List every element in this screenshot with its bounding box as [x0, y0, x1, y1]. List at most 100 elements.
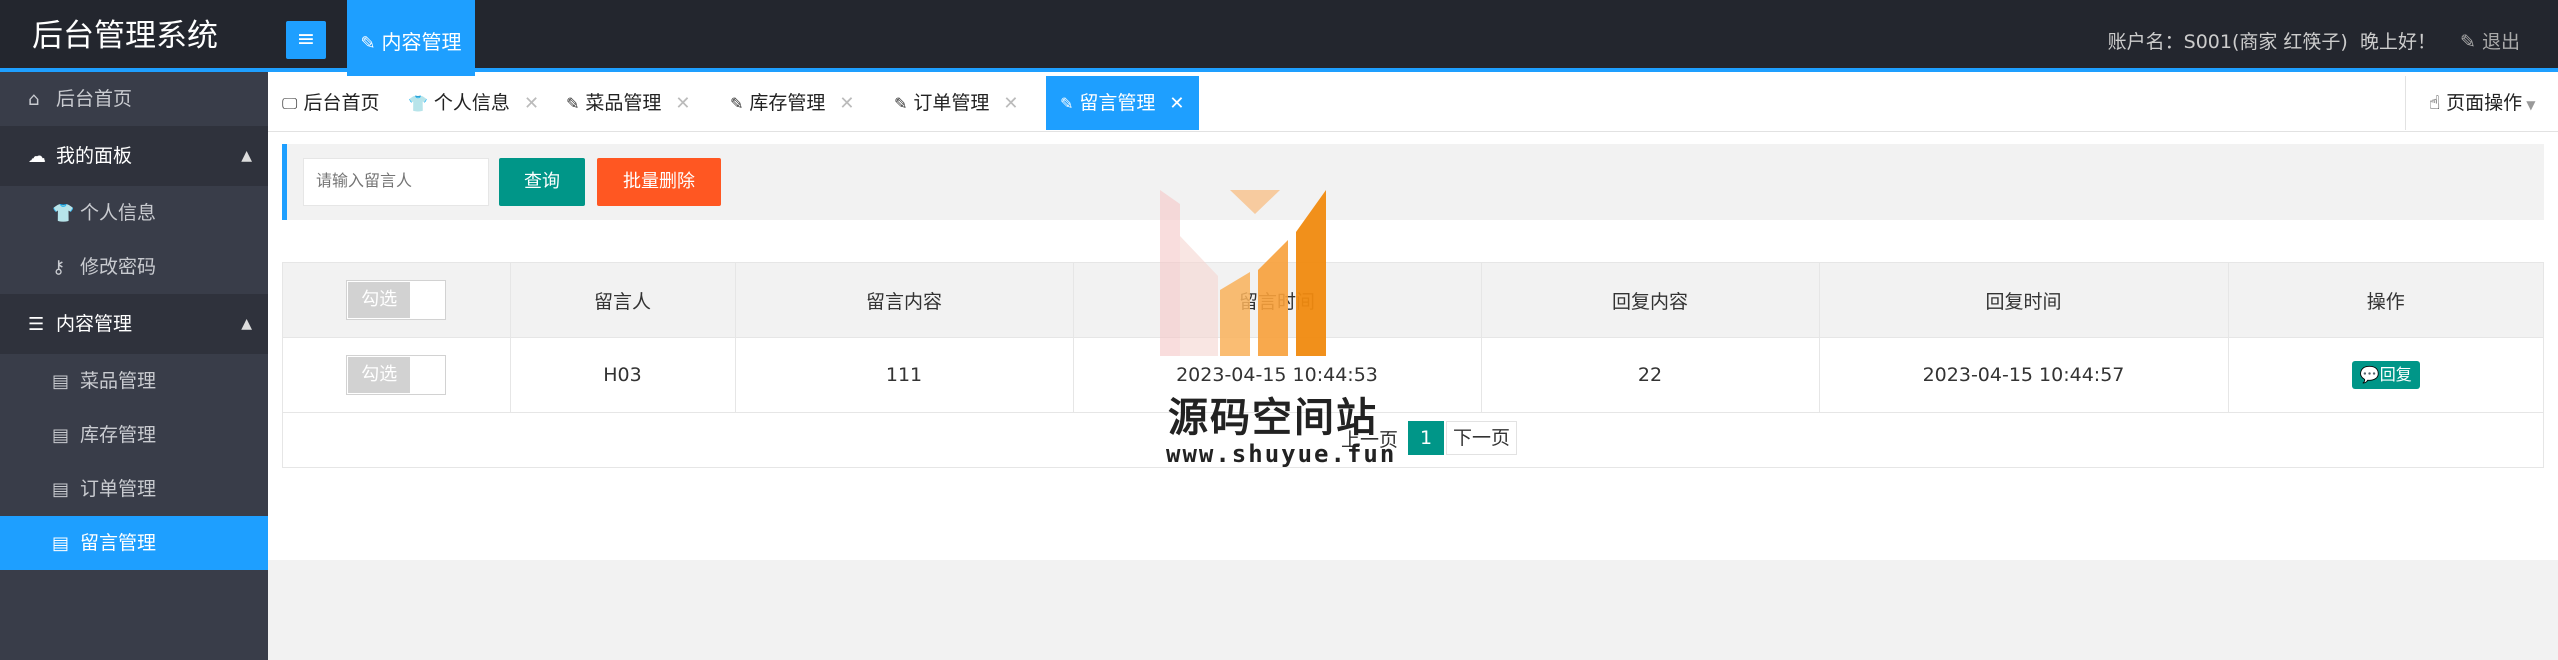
doc-icon: ▤: [52, 533, 70, 554]
close-icon[interactable]: ✕: [675, 93, 690, 114]
switch-knob: 勾选: [348, 282, 411, 318]
column-header: 留言人: [510, 263, 736, 338]
sidebar-group-label: 内容管理: [56, 313, 133, 335]
tab-bar: 🖵 后台首页 👕 个人信息 ✕ ✎ 菜品管理 ✕ ✎ 库存管理 ✕ ✎ 订单管理 ✕ ✎ 留言管理 ✕…: [268, 76, 2558, 132]
table-row: 勾选 H03 111 2023-04-15 10:44:53 22 2023-0…: [283, 337, 2543, 413]
select-all-switch[interactable]: 勾选: [346, 280, 447, 320]
tab-label: 订单管理: [913, 92, 990, 114]
content-area: 查询 批量删除 勾选 留言人 留言内容 留言时间 回复内容: [268, 132, 2558, 660]
logout-label: 退出: [2481, 31, 2520, 53]
column-header: 留言内容: [735, 263, 1074, 338]
monitor-icon: 🖵: [282, 94, 298, 113]
doc-icon: ▤: [52, 425, 70, 446]
column-header: 回复内容: [1481, 263, 1820, 338]
list-icon: ☰: [28, 314, 45, 335]
table-cell: H03: [510, 337, 736, 413]
switch-knob: 勾选: [348, 357, 411, 393]
column-header: 留言时间: [1073, 263, 1482, 338]
sidebar-item-label: 菜品管理: [80, 370, 157, 392]
tab-label: 留言管理: [1079, 92, 1156, 114]
row-select-switch[interactable]: 勾选: [346, 355, 447, 395]
top-header: 后台管理系统 ≡ ✎ 内容管理 账户名：S001(商家 红筷子) 晚上好！ ✎ 退…: [0, 0, 2558, 76]
feather-icon: ✎: [2460, 31, 2482, 53]
next-page-button[interactable]: 下一页: [1446, 421, 1518, 455]
page-ops-button[interactable]: ☝ 页面操作 ▼: [2405, 76, 2558, 130]
table-header-row: 勾选 留言人 留言内容 留言时间 回复内容 回复时间 操作: [283, 263, 2543, 338]
column-header: 回复时间: [1819, 263, 2229, 338]
top-nav-label: 内容管理: [381, 30, 462, 54]
doc-icon: ▤: [52, 371, 70, 392]
table-cell: 111: [735, 337, 1074, 413]
caret-up-icon: ▲: [241, 316, 252, 332]
sidebar-item-label: 个人信息: [80, 202, 157, 224]
current-page[interactable]: 1: [1408, 421, 1444, 455]
sidebar-item-dishes[interactable]: ▤ 菜品管理: [0, 354, 268, 408]
greeting: 晚上好！: [2359, 31, 2436, 53]
table-cell: 2023-04-15 10:44:57: [1819, 337, 2229, 413]
hand-pointer-icon: ☝: [2428, 92, 2447, 114]
sidebar-item-stock[interactable]: ▤ 库存管理: [0, 408, 268, 462]
top-nav-content[interactable]: ✎ 内容管理: [347, 0, 475, 76]
sidebar-item-home[interactable]: ⌂ 后台首页: [0, 72, 268, 126]
watermark-text: 源码空间站: [1168, 395, 1378, 441]
sidebar-item-label: 修改密码: [80, 256, 157, 278]
sidebar-group-panel[interactable]: ☁ 我的面板 ▲: [0, 126, 268, 186]
page-ops-label: 页面操作: [2446, 92, 2523, 114]
tab-label: 后台首页: [303, 92, 380, 114]
caret-up-icon: ▲: [241, 148, 252, 164]
content-panel: 查询 批量删除 勾选 留言人 留言内容 留言时间 回复内容: [268, 132, 2558, 560]
sidebar-item-label: 后台首页: [56, 88, 133, 110]
sidebar-item-messages[interactable]: ▤ 留言管理: [0, 516, 268, 570]
menu-toggle-button[interactable]: ≡: [286, 21, 326, 59]
tab-label: 库存管理: [749, 92, 826, 114]
sidebar-item-label: 留言管理: [80, 532, 157, 554]
tab-stock[interactable]: ✎ 库存管理 ✕: [730, 76, 855, 130]
batch-delete-button[interactable]: 批量删除: [597, 158, 721, 206]
reply-button[interactable]: 💬回复: [2351, 361, 2420, 389]
weather-icon: ☁: [28, 146, 46, 167]
close-icon[interactable]: ✕: [1169, 93, 1184, 114]
table-cell: 22: [1481, 337, 1820, 413]
feather-icon: ✎: [894, 94, 908, 113]
doc-icon: ▤: [52, 479, 70, 500]
close-icon[interactable]: ✕: [1003, 93, 1018, 114]
sidebar-item-label: 订单管理: [80, 478, 157, 500]
feather-icon: ✎: [360, 33, 376, 54]
tab-messages[interactable]: ✎ 留言管理 ✕: [1046, 76, 1199, 130]
pagination: 上一页 1 下一页: [283, 411, 2543, 467]
table-cell: 💬回复: [2228, 337, 2543, 413]
tab-orders[interactable]: ✎ 订单管理 ✕: [894, 76, 1019, 130]
close-icon[interactable]: ✕: [524, 93, 539, 114]
column-header-check: 勾选: [283, 263, 511, 338]
sidebar-item-orders[interactable]: ▤ 订单管理: [0, 462, 268, 516]
logout-button[interactable]: ✎ 退出: [2460, 31, 2520, 53]
shirt-icon: 👕: [408, 94, 428, 113]
shirt-icon: 👕: [52, 203, 75, 224]
sidebar-item-label: 库存管理: [80, 424, 157, 446]
table-cell: 勾选: [283, 337, 511, 413]
user-info: 账户名：S001(商家 红筷子) 晚上好！ ✎ 退出: [2108, 0, 2520, 72]
sidebar-item-profile[interactable]: 👕 个人信息: [0, 186, 268, 240]
app-title: 后台管理系统: [32, 18, 218, 54]
reply-label: 回复: [2379, 365, 2412, 384]
feather-icon: ✎: [730, 94, 744, 113]
tab-dishes[interactable]: ✎ 菜品管理 ✕: [566, 76, 691, 130]
user-lock-icon: ⚷: [52, 257, 66, 278]
tab-profile[interactable]: 👕 个人信息 ✕: [408, 76, 539, 130]
home-icon: ⌂: [28, 89, 40, 110]
feather-icon: ✎: [566, 94, 580, 113]
sidebar-item-password[interactable]: ⚷ 修改密码: [0, 240, 268, 294]
sidebar-group-label: 我的面板: [56, 145, 133, 167]
query-button[interactable]: 查询: [499, 158, 585, 206]
feather-icon: ✎: [1060, 94, 1074, 113]
tab-home[interactable]: 🖵 后台首页: [282, 76, 379, 130]
search-input[interactable]: [303, 158, 489, 206]
tab-label: 个人信息: [433, 92, 510, 114]
sidebar: ⌂ 后台首页 ☁ 我的面板 ▲ 👕 个人信息 ⚷ 修改密码 ☰ 内容管理 ▲ ▤ 菜品管理 ▤ 库…: [0, 72, 268, 660]
close-icon[interactable]: ✕: [839, 93, 854, 114]
sidebar-group-content[interactable]: ☰ 内容管理 ▲: [0, 294, 268, 354]
search-bar: 查询 批量删除: [282, 144, 2544, 220]
comment-icon: 💬: [2359, 365, 2380, 384]
column-header: 操作: [2228, 263, 2543, 338]
message-table: 勾选 留言人 留言内容 留言时间 回复内容 回复时间 操作 勾选 H03 111…: [282, 262, 2544, 468]
